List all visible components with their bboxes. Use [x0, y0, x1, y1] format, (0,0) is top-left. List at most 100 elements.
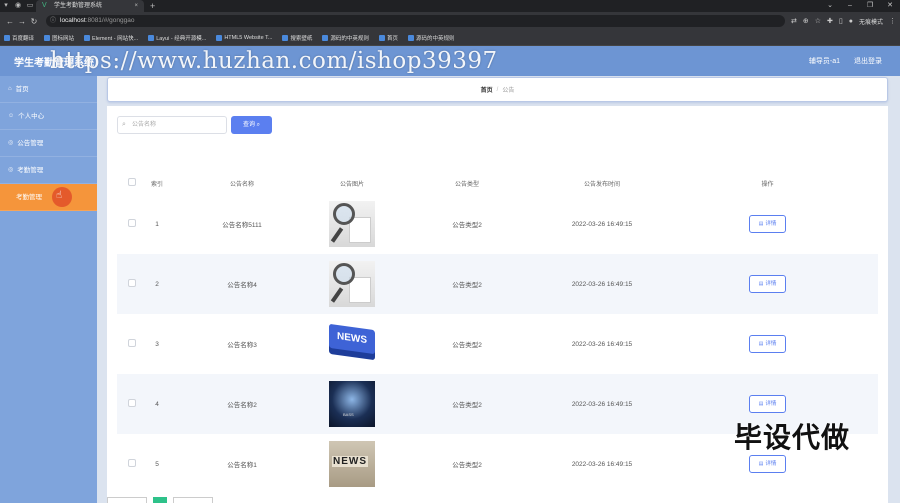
- reload-icon[interactable]: ↻: [28, 17, 40, 26]
- sidebar-item-label: 首页: [15, 85, 29, 93]
- close-window-icon[interactable]: ✕: [880, 0, 900, 12]
- row-select-cell: [117, 314, 147, 374]
- news-tiles-text: NEWS: [332, 456, 368, 467]
- row-action-cell: ▤ 详情: [657, 194, 878, 254]
- detail-label: 详情: [765, 401, 777, 407]
- detail-button[interactable]: ▤ 详情: [749, 335, 786, 353]
- row-image-cell: NEWS: [317, 434, 387, 494]
- sidebar-item-home[interactable]: ⌂ 首页: [0, 76, 97, 103]
- bookmark-item[interactable]: Layui - 经典开源模...: [148, 34, 206, 42]
- bookmark-icon: [148, 34, 155, 41]
- attendance-icon: ◎: [8, 166, 14, 173]
- detail-button[interactable]: ▤ 详情: [749, 455, 786, 473]
- browser-tab-title: 学生考勤管理系统: [54, 3, 103, 9]
- row-type: 公告类型2: [387, 254, 547, 314]
- detail-icon: ▤: [758, 341, 764, 347]
- maximize-icon[interactable]: ❐: [860, 0, 880, 12]
- select-all-checkbox[interactable]: [128, 178, 136, 186]
- translate-icon[interactable]: ⇄: [791, 17, 797, 25]
- row-checkbox[interactable]: [128, 219, 136, 227]
- profile-label[interactable]: 无痕模式: [859, 17, 883, 26]
- sidebar-item-attendance[interactable]: ◎ 考勤管理: [0, 157, 97, 184]
- row-checkbox[interactable]: [128, 459, 136, 467]
- breadcrumb-current: 公告: [502, 88, 515, 94]
- tab-search-icon[interactable]: ▾: [0, 0, 12, 12]
- breadcrumb-home[interactable]: 首页: [481, 85, 493, 94]
- bookmark-item[interactable]: 源码的中英规则: [407, 34, 454, 42]
- detail-icon: ▤: [758, 461, 764, 467]
- sidebar-item-attendance-active[interactable]: 考勤管理: [0, 184, 97, 211]
- url-field[interactable]: localhost:8081/#/gonggao: [46, 15, 785, 27]
- bookmark-item[interactable]: 图标网站: [44, 34, 74, 42]
- minimize-icon[interactable]: –: [840, 0, 860, 12]
- header-image: 公告图片: [339, 181, 364, 188]
- row-name: 公告名称2: [167, 374, 317, 434]
- search-placeholder: 公告名称: [132, 122, 157, 128]
- bookmark-item[interactable]: 百度翻译: [4, 34, 34, 42]
- header-index: 索引: [150, 181, 163, 188]
- bookmark-item[interactable]: 首页: [378, 34, 398, 42]
- content-area: 首页 / 公告 ⌕ 公告名称 查询 ⌕ 索引 公告名称 公告图片 公告类型 公告…: [97, 76, 900, 503]
- row-name: 公告名称4: [167, 254, 317, 314]
- row-time: 2022-03-26 16:49:15: [547, 374, 657, 434]
- window-icon[interactable]: ▭: [24, 0, 36, 12]
- row-time: 2022-03-26 16:49:15: [547, 194, 657, 254]
- bookmark-item[interactable]: HTML5 Website T...: [216, 34, 272, 41]
- row-action-cell: ▤ 详情: [657, 254, 878, 314]
- extensions-icon[interactable]: ✚: [827, 17, 833, 25]
- row-select-cell: [117, 434, 147, 494]
- notice-image: NEWS: [329, 321, 375, 367]
- chevron-down-icon[interactable]: ⌄: [820, 0, 840, 12]
- detail-label: 详情: [765, 221, 777, 227]
- close-tab-icon[interactable]: ×: [134, 0, 138, 12]
- search-input[interactable]: ⌕ 公告名称: [117, 116, 227, 134]
- forward-arrow-icon[interactable]: →: [16, 17, 28, 26]
- user-icon: ☺: [8, 112, 15, 119]
- row-image-cell: BASS: [317, 374, 387, 434]
- chrome-icon[interactable]: ◉: [12, 0, 24, 12]
- bookmark-icon: [322, 34, 329, 41]
- page-jump-input[interactable]: [173, 497, 213, 503]
- search-icon: ⌕: [122, 121, 126, 128]
- back-arrow-icon[interactable]: ←: [4, 17, 16, 26]
- table-row: 3 公告名称3 NEWS 公告类型2 2022-03-26 16:49:15 ▤…: [117, 314, 878, 374]
- home-icon: ⌂: [8, 85, 12, 92]
- sidebar-item-notice[interactable]: ◎ 公告管理: [0, 130, 97, 157]
- detail-button[interactable]: ▤ 详情: [749, 275, 786, 293]
- bookmark-icon: [407, 34, 414, 41]
- table-row: 2 公告名称4 公告类型2 2022-03-26 16:49:15 ▤ 详情: [117, 254, 878, 314]
- notice-image: BASS: [329, 381, 375, 427]
- sidebar: ⌂ 首页 ☺ 个人中心 ◎ 公告管理 ◎ 考勤管理 考勤管理: [0, 76, 97, 503]
- logout-link[interactable]: 退出登录: [854, 56, 882, 66]
- detail-button[interactable]: ▤ 详情: [749, 395, 786, 413]
- sidebar-icon[interactable]: ▯: [839, 17, 843, 25]
- browser-tab[interactable]: V 学生考勤管理系统 ×: [36, 0, 144, 12]
- address-actions: ⇄ ⊕ ☆ ✚ ▯ ● 无痕模式 ⋮: [791, 17, 896, 26]
- row-name: 公告名称1: [167, 434, 317, 494]
- page-size-select[interactable]: [107, 497, 147, 503]
- row-time: 2022-03-26 16:49:15: [547, 254, 657, 314]
- row-select-cell: [117, 194, 147, 254]
- incognito-icon[interactable]: ●: [849, 18, 853, 25]
- header-time: 公告发布时间: [583, 181, 620, 188]
- bookmark-item[interactable]: 搜索壁纸: [282, 34, 312, 42]
- bookmark-item[interactable]: 源码的中英规则: [322, 34, 369, 42]
- notice-image: [329, 261, 375, 307]
- bookmark-item[interactable]: Element - 网站快...: [84, 34, 138, 42]
- current-page-button[interactable]: [153, 497, 167, 503]
- menu-dots-icon[interactable]: ⋮: [889, 17, 896, 25]
- notice-image: [329, 201, 375, 247]
- url-path: :8081/#/gonggao: [85, 17, 135, 24]
- main-layout: ⌂ 首页 ☺ 个人中心 ◎ 公告管理 ◎ 考勤管理 考勤管理 首页 / 公告: [0, 76, 900, 503]
- zoom-icon[interactable]: ⊕: [803, 17, 809, 25]
- bookmark-star-icon[interactable]: ☆: [815, 17, 821, 25]
- row-index: 3: [147, 314, 167, 374]
- row-checkbox[interactable]: [128, 399, 136, 407]
- query-button[interactable]: 查询 ⌕: [231, 116, 272, 134]
- row-checkbox[interactable]: [128, 279, 136, 287]
- sidebar-item-profile[interactable]: ☺ 个人中心: [0, 103, 97, 130]
- detail-button[interactable]: ▤ 详情: [749, 215, 786, 233]
- new-tab-icon[interactable]: +: [150, 1, 155, 11]
- row-index: 1: [147, 194, 167, 254]
- row-checkbox[interactable]: [128, 339, 136, 347]
